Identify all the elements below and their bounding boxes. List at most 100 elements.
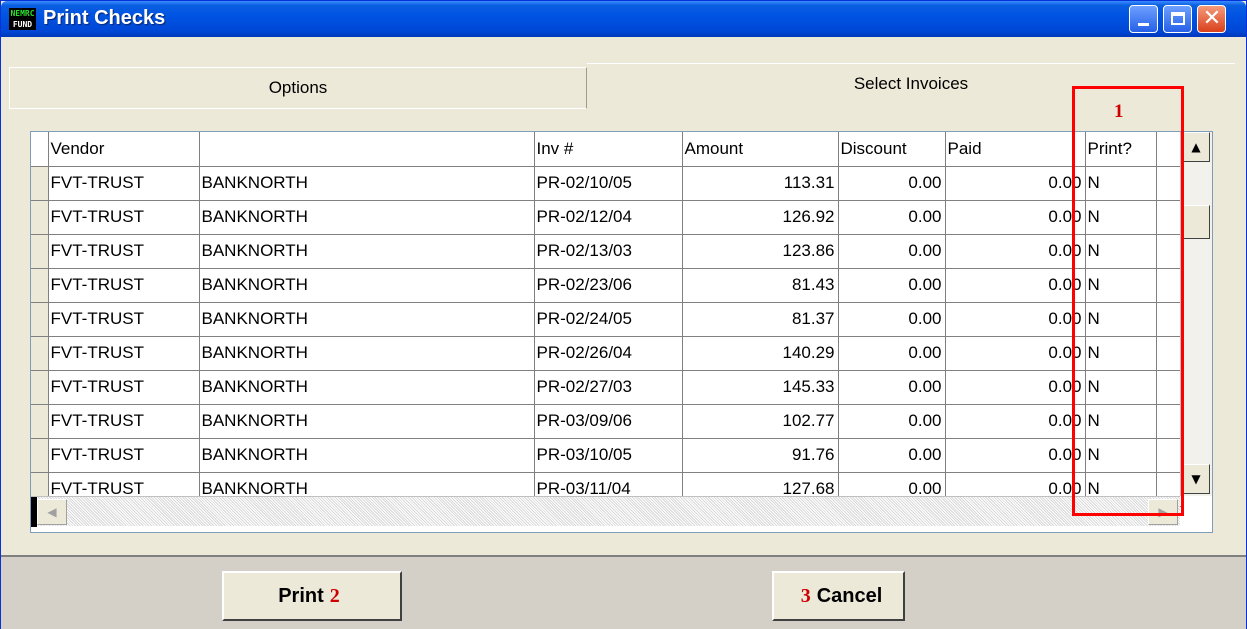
cell-discount[interactable]: 0.00 xyxy=(838,234,946,269)
cell-amount[interactable]: 145.33 xyxy=(682,370,839,405)
table-row[interactable]: FVT-TRUST BANKNORTH PR-02/12/04 126.92 0.00 0… xyxy=(31,200,1183,235)
row-selector[interactable] xyxy=(31,370,49,405)
cell-paid[interactable]: 0.00 xyxy=(945,200,1086,235)
cell-amount[interactable]: 123.86 xyxy=(682,234,839,269)
cell-inv[interactable]: PR-02/23/06 xyxy=(534,268,683,303)
cell-paid[interactable]: 0.00 xyxy=(945,302,1086,337)
cell-paid[interactable]: 0.00 xyxy=(945,166,1086,201)
cell-inv[interactable]: PR-02/27/03 xyxy=(534,370,683,405)
table-row[interactable]: FVT-TRUST BANKNORTH PR-02/23/06 81.43 0.00 0.… xyxy=(31,268,1183,303)
cell-paid[interactable]: 0.00 xyxy=(945,370,1086,405)
cell-amount[interactable]: 102.77 xyxy=(682,404,839,439)
cell-discount[interactable]: 0.00 xyxy=(838,336,946,371)
table-row[interactable]: FVT-TRUST BANKNORTH PR-02/10/05 113.31 0.00 0… xyxy=(31,166,1183,201)
table-row[interactable]: FVT-TRUST BANKNORTH PR-03/10/05 91.76 0.00 0.… xyxy=(31,438,1183,473)
scroll-down-icon[interactable]: ▼ xyxy=(1182,464,1210,494)
cell-amount[interactable]: 140.29 xyxy=(682,336,839,371)
minimize-button[interactable] xyxy=(1129,5,1158,33)
cell-inv[interactable]: PR-03/09/06 xyxy=(534,404,683,439)
row-selector[interactable] xyxy=(31,166,49,201)
column-header-paid[interactable]: Paid xyxy=(945,132,1086,167)
vertical-scrollbar[interactable]: ▲ ▼ xyxy=(1180,132,1212,496)
cell-name[interactable]: BANKNORTH xyxy=(199,166,535,201)
cell-vendor[interactable]: FVT-TRUST xyxy=(48,200,200,235)
cell-inv[interactable]: PR-02/12/04 xyxy=(534,200,683,235)
cell-vendor[interactable]: FVT-TRUST xyxy=(48,268,200,303)
cell-vendor[interactable]: FVT-TRUST xyxy=(48,404,200,439)
cell-discount[interactable]: 0.00 xyxy=(838,268,946,303)
tab-options[interactable]: Options xyxy=(9,67,587,109)
table-row[interactable]: FVT-TRUST BANKNORTH PR-02/26/04 140.29 0.00 0… xyxy=(31,336,1183,371)
cell-paid[interactable]: 0.00 xyxy=(945,234,1086,269)
row-selector[interactable] xyxy=(31,336,49,371)
close-button[interactable]: ✕ xyxy=(1197,5,1226,33)
cell-inv[interactable]: PR-02/26/04 xyxy=(534,336,683,371)
cell-name[interactable]: BANKNORTH xyxy=(199,302,535,337)
title-bar[interactable]: NEMRC FUND Print Checks ✕ xyxy=(1,1,1246,37)
cell-amount[interactable]: 81.37 xyxy=(682,302,839,337)
annotation-number-1: 1 xyxy=(1114,101,1124,122)
cancel-button[interactable]: 3 Cancel xyxy=(772,571,905,621)
cell-paid[interactable]: 0.00 xyxy=(945,336,1086,371)
window-title: Print Checks xyxy=(43,7,166,29)
cell-vendor[interactable]: FVT-TRUST xyxy=(48,370,200,405)
cell-vendor[interactable]: FVT-TRUST xyxy=(48,234,200,269)
vertical-scroll-thumb[interactable] xyxy=(1182,205,1210,239)
row-selector-header[interactable] xyxy=(31,132,49,167)
column-header-inv[interactable]: Inv # xyxy=(534,132,683,167)
table-row[interactable]: FVT-TRUST BANKNORTH PR-02/24/05 81.37 0.00 0.… xyxy=(31,302,1183,337)
cell-amount[interactable]: 81.43 xyxy=(682,268,839,303)
table-row[interactable]: FVT-TRUST BANKNORTH PR-03/09/06 102.77 0.00 0… xyxy=(31,404,1183,439)
cell-name[interactable]: BANKNORTH xyxy=(199,404,535,439)
cell-vendor[interactable]: FVT-TRUST xyxy=(48,336,200,371)
row-selector[interactable] xyxy=(31,302,49,337)
cell-paid[interactable]: 0.00 xyxy=(945,404,1086,439)
column-header-name[interactable] xyxy=(199,132,535,167)
cell-amount[interactable]: 91.76 xyxy=(682,438,839,473)
cell-vendor[interactable]: FVT-TRUST xyxy=(48,166,200,201)
cell-name[interactable]: BANKNORTH xyxy=(199,336,535,371)
cell-vendor[interactable]: FVT-TRUST xyxy=(48,302,200,337)
row-selector[interactable] xyxy=(31,268,49,303)
column-header-vendor[interactable]: Vendor xyxy=(48,132,200,167)
cell-inv[interactable]: PR-03/10/05 xyxy=(534,438,683,473)
cell-amount[interactable]: 126.92 xyxy=(682,200,839,235)
row-selector[interactable] xyxy=(31,404,49,439)
cell-inv[interactable]: PR-02/10/05 xyxy=(534,166,683,201)
invoice-grid[interactable]: Vendor Inv # Amount Discount Paid Print?… xyxy=(30,131,1213,533)
maximize-button[interactable] xyxy=(1163,5,1192,33)
cell-vendor[interactable]: FVT-TRUST xyxy=(48,438,200,473)
scroll-left-icon[interactable]: ◀ xyxy=(37,499,67,525)
horizontal-scrollbar[interactable]: ◀ ▶ xyxy=(31,496,1180,527)
row-selector[interactable] xyxy=(31,438,49,473)
cell-paid[interactable]: 0.00 xyxy=(945,438,1086,473)
cell-discount[interactable]: 0.00 xyxy=(838,370,946,405)
row-selector[interactable] xyxy=(31,200,49,235)
button-bar: Print 2 3 Cancel xyxy=(1,555,1246,629)
cell-discount[interactable]: 0.00 xyxy=(838,404,946,439)
cell-discount[interactable]: 0.00 xyxy=(838,166,946,201)
cell-discount[interactable]: 0.00 xyxy=(838,302,946,337)
annotation-number-3: 3 xyxy=(800,584,811,607)
minimize-icon xyxy=(1138,23,1149,26)
column-header-discount[interactable]: Discount xyxy=(838,132,946,167)
cell-amount[interactable]: 113.31 xyxy=(682,166,839,201)
column-header-amount[interactable]: Amount xyxy=(682,132,839,167)
cell-name[interactable]: BANKNORTH xyxy=(199,234,535,269)
cell-inv[interactable]: PR-02/13/03 xyxy=(534,234,683,269)
scroll-up-icon[interactable]: ▲ xyxy=(1182,132,1210,162)
cell-name[interactable]: BANKNORTH xyxy=(199,200,535,235)
cell-paid[interactable]: 0.00 xyxy=(945,268,1086,303)
cell-name[interactable]: BANKNORTH xyxy=(199,438,535,473)
cell-name[interactable]: BANKNORTH xyxy=(199,370,535,405)
row-selector[interactable] xyxy=(31,234,49,269)
cell-name[interactable]: BANKNORTH xyxy=(199,268,535,303)
table-row[interactable]: FVT-TRUST BANKNORTH PR-02/27/03 145.33 0.00 0… xyxy=(31,370,1183,405)
table-row[interactable]: FVT-TRUST BANKNORTH PR-02/13/03 123.86 0.00 0… xyxy=(31,234,1183,269)
cancel-button-label: Cancel xyxy=(816,584,883,607)
cell-discount[interactable]: 0.00 xyxy=(838,438,946,473)
cell-inv[interactable]: PR-02/24/05 xyxy=(534,302,683,337)
cell-discount[interactable]: 0.00 xyxy=(838,200,946,235)
print-button[interactable]: Print 2 xyxy=(222,571,402,621)
icon-top-text: NEMRC xyxy=(10,9,35,18)
